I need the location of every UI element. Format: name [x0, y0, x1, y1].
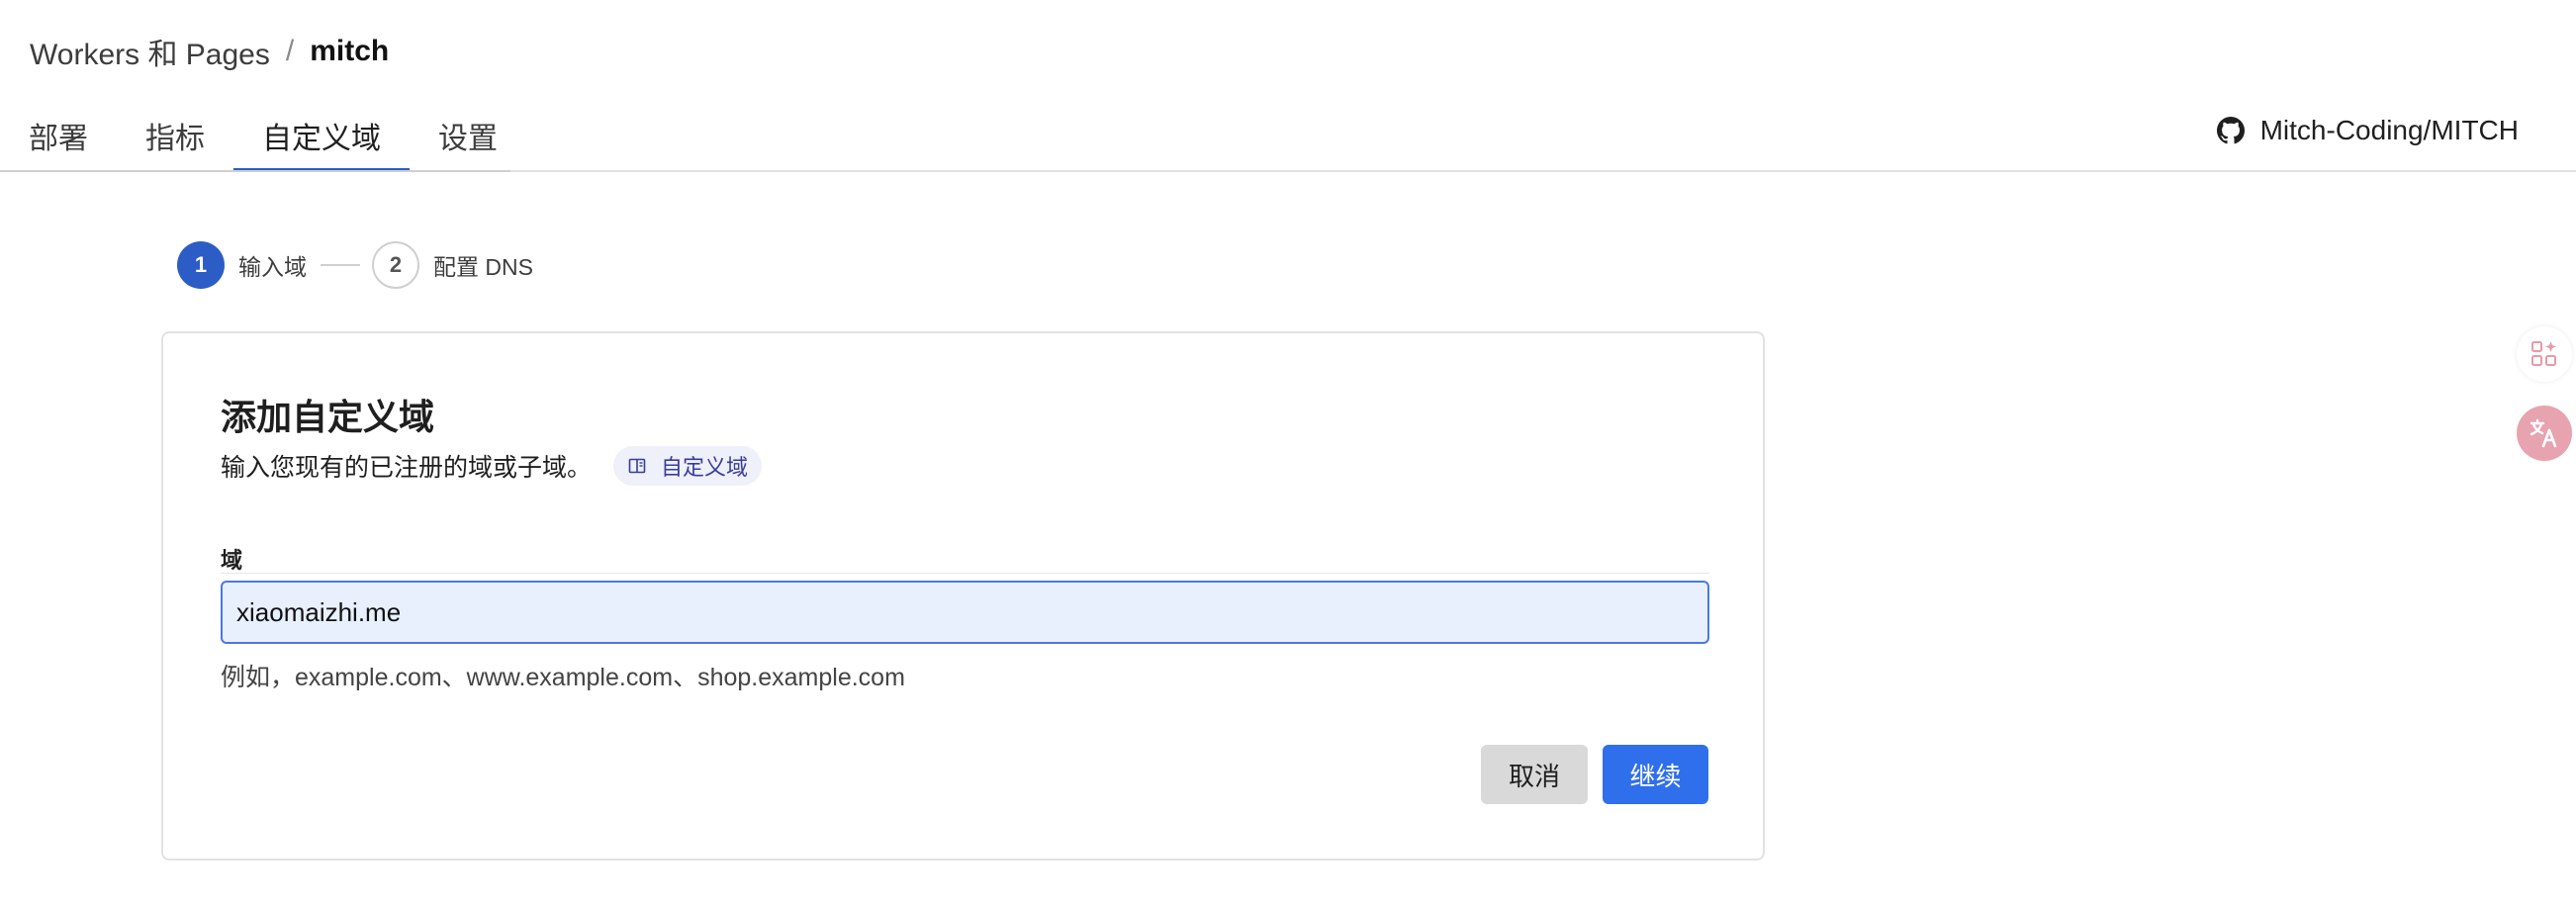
- step-1-label: 输入域: [238, 254, 307, 280]
- step-2-number: 2: [372, 241, 419, 289]
- tab-deployments[interactable]: 部署: [0, 99, 117, 172]
- repo-link[interactable]: Mitch-Coding/MITCH: [2216, 109, 2519, 152]
- apps-icon: [2531, 341, 2556, 366]
- continue-button[interactable]: 继续: [1603, 745, 1708, 804]
- side-translate-widget[interactable]: [2513, 402, 2576, 465]
- github-icon: [2216, 117, 2245, 144]
- tab-custom-domains[interactable]: 自定义域: [233, 99, 410, 172]
- field-divider: [221, 573, 1709, 574]
- breadcrumb-current: mitch: [310, 35, 390, 67]
- domain-input[interactable]: [221, 581, 1709, 644]
- breadcrumb-separator: /: [285, 35, 295, 67]
- side-apps-circle: [2517, 326, 2572, 382]
- tab-divider-section: [0, 170, 510, 172]
- translate-icon: [2530, 418, 2557, 448]
- step-1-number: 1: [177, 241, 225, 289]
- breadcrumb: Workers 和 Pages / mitch: [30, 30, 389, 73]
- step-connector: [321, 264, 360, 266]
- breadcrumb-workers-pages[interactable]: Workers 和 Pages: [30, 30, 270, 73]
- domain-help-text: 例如，example.com、www.example.com、shop.exam…: [221, 664, 905, 691]
- add-domain-card: 添加自定义域 输入您现有的已注册的域或子域。 自定义域 域 例如，example…: [161, 331, 1765, 861]
- custom-domain-doc-link[interactable]: 自定义域: [613, 446, 763, 486]
- card-subtitle-row: 输入您现有的已注册的域或子域。 自定义域: [221, 446, 763, 486]
- side-translate-circle: [2517, 406, 2572, 461]
- cancel-button[interactable]: 取消: [1481, 745, 1588, 804]
- book-icon: [628, 458, 646, 474]
- repo-label: Mitch-Coding/MITCH: [2259, 115, 2519, 145]
- card-subtitle: 输入您现有的已注册的域或子域。: [221, 454, 593, 482]
- stepper: 1 输入域 2 配置 DNS: [177, 241, 533, 289]
- side-apps-widget[interactable]: [2513, 322, 2576, 386]
- card-title: 添加自定义域: [221, 397, 435, 437]
- tab-metrics[interactable]: 指标: [117, 99, 233, 172]
- tab-settings[interactable]: 设置: [410, 99, 526, 172]
- step-2-label: 配置 DNS: [433, 254, 533, 280]
- domain-field-label: 域: [221, 548, 243, 573]
- tab-bar: 部署 指标 自定义域 设置: [0, 99, 526, 172]
- doc-link-label: 自定义域: [661, 455, 749, 480]
